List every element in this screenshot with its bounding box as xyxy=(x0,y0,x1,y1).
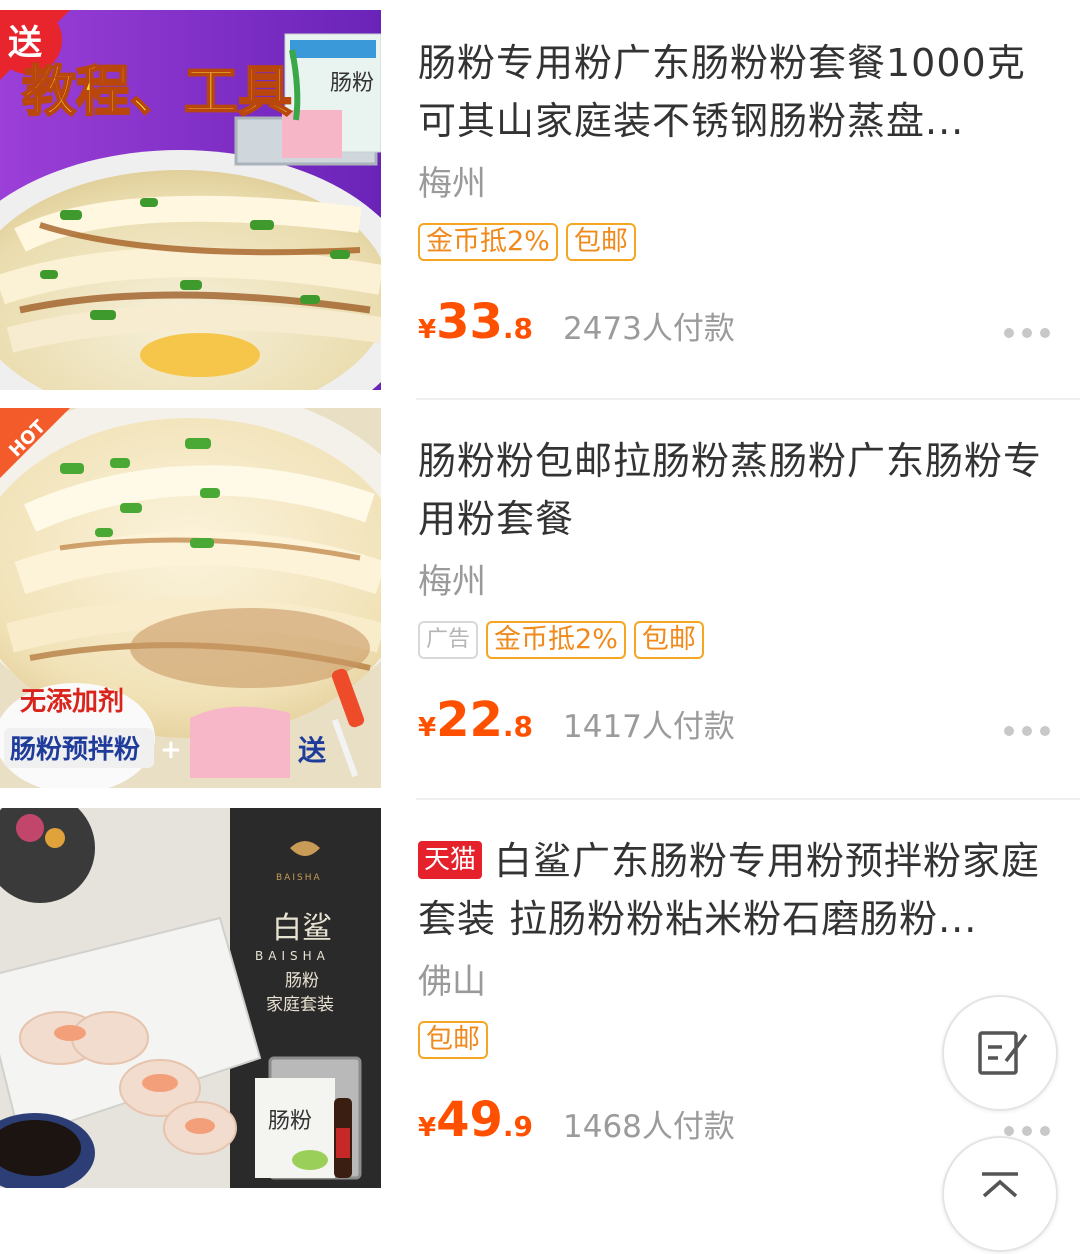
brand-name-cn: 白鲨 xyxy=(272,911,332,946)
plus-sign: + xyxy=(160,735,182,765)
free-shipping-tag: 包邮 xyxy=(565,223,636,261)
more-icon[interactable] xyxy=(1004,1126,1050,1136)
product-card[interactable]: HOT 无添加剂 肠粉预拌粉 + 送 肠粉粉包邮拉肠粉蒸肠粉广东肠粉专用粉套餐 … xyxy=(0,398,1080,796)
gift-text: 送 xyxy=(298,734,326,767)
currency-symbol: ¥ xyxy=(418,1113,437,1143)
brand-sub-2: 家庭套装 xyxy=(266,995,334,1015)
price-decimal: .9 xyxy=(502,1110,534,1143)
product-card[interactable]: 肠粉 送 教程、工具 肠粉专用粉广东肠粉粉套餐1000克可其山家庭装不锈钢肠粉蒸… xyxy=(0,0,1080,398)
divider xyxy=(416,798,1080,800)
more-icon[interactable] xyxy=(1004,328,1050,338)
paid-count: 1468人付款 xyxy=(563,1109,735,1145)
feedback-button[interactable] xyxy=(942,995,1058,1111)
product-info: 肠粉粉包邮拉肠粉蒸肠粉广东肠粉专用粉套餐 梅州 广告 金币抵2% 包邮 xyxy=(418,432,1050,660)
product-image[interactable]: 肠粉 送 教程、工具 xyxy=(0,10,381,390)
brand-sub-1: 肠粉 xyxy=(285,971,319,991)
divider xyxy=(416,398,1080,400)
product-location: 梅州 xyxy=(418,562,486,602)
coin-tag: 金币抵2% xyxy=(486,621,626,659)
product-title[interactable]: 肠粉粉包邮拉肠粉蒸肠粉广东肠粉专用粉套餐 xyxy=(418,432,1050,548)
tag-list: 金币抵2% 包邮 xyxy=(418,222,1050,262)
back-to-top-button[interactable] xyxy=(942,1136,1058,1252)
product-title[interactable]: 天猫 白鲨广东肠粉专用粉预拌粉家庭套装 拉肠粉粉粘米粉石磨肠粉... xyxy=(418,832,1050,948)
ad-tag: 广告 xyxy=(418,621,479,659)
price-integer: 33 xyxy=(436,294,503,350)
tag-list: 广告 金币抵2% 包邮 xyxy=(418,620,1050,660)
gift-badge: 送 xyxy=(8,23,42,63)
product-card[interactable]: BAISHA 白鲨 BAISHA 肠粉 家庭套装 肠粉 天猫 白鲨广东肠粉专用粉预… xyxy=(0,798,1080,1196)
price: ¥33.8 xyxy=(418,294,533,350)
currency-symbol: ¥ xyxy=(418,713,437,743)
product-title-text: 白鲨广东肠粉专用粉预拌粉家庭套装 拉肠粉粉粘米粉石磨肠粉... xyxy=(418,839,1041,941)
product-image[interactable]: HOT 无添加剂 肠粉预拌粉 + 送 xyxy=(0,408,381,788)
pack-text: 肠粉 xyxy=(330,71,374,96)
price-row: ¥33.8 2473人付款 xyxy=(418,292,1050,362)
product-image[interactable]: BAISHA 白鲨 BAISHA 肠粉 家庭套装 肠粉 xyxy=(0,808,381,1188)
price-row: ¥22.8 1417人付款 xyxy=(418,690,1050,760)
brand-logo-text: BAISHA xyxy=(276,873,322,883)
free-shipping-tag: 包邮 xyxy=(418,1021,488,1059)
paid-count: 1417人付款 xyxy=(563,709,735,745)
price-integer: 49 xyxy=(436,1092,503,1148)
brand-name-en: BAISHA xyxy=(255,949,330,963)
currency-symbol: ¥ xyxy=(418,315,437,345)
price-decimal: .8 xyxy=(502,710,534,743)
promo-line-1: 无添加剂 xyxy=(20,687,124,717)
banner-text: 教程、工具 xyxy=(22,60,292,123)
product-info: 肠粉专用粉广东肠粉粉套餐1000克可其山家庭装不锈钢肠粉蒸盘... 梅州 金币抵… xyxy=(418,34,1050,262)
product-location: 梅州 xyxy=(418,164,486,204)
product-title[interactable]: 肠粉专用粉广东肠粉粉套餐1000克可其山家庭装不锈钢肠粉蒸盘... xyxy=(418,34,1050,150)
price: ¥22.8 xyxy=(418,692,533,748)
edit-note-icon xyxy=(978,1031,1028,1075)
coin-tag: 金币抵2% xyxy=(418,223,558,261)
price-decimal: .8 xyxy=(502,312,534,345)
promo-line-2: 肠粉预拌粉 xyxy=(10,735,140,765)
price: ¥49.9 xyxy=(418,1092,533,1148)
free-shipping-tag: 包邮 xyxy=(633,621,704,659)
more-icon[interactable] xyxy=(1004,726,1050,736)
pack-text: 肠粉 xyxy=(268,1109,312,1134)
paid-count: 2473人付款 xyxy=(563,311,735,347)
price-integer: 22 xyxy=(436,692,503,748)
tmall-badge: 天猫 xyxy=(418,841,483,879)
back-to-top-icon xyxy=(982,1172,1018,1198)
